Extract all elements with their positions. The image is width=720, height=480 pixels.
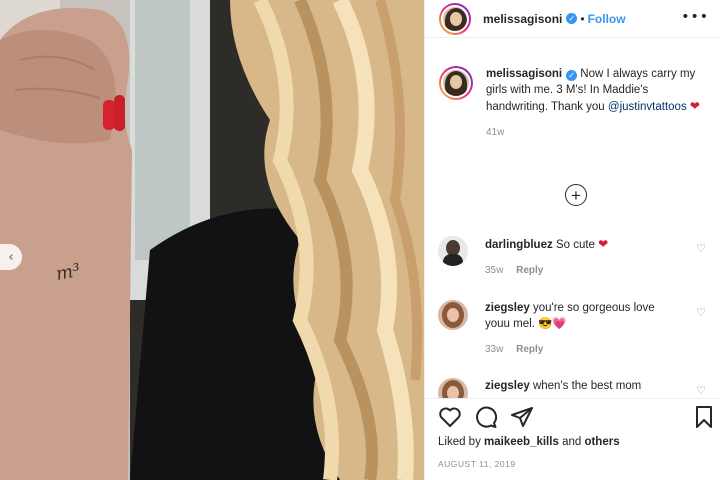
author-avatar[interactable] [439, 2, 471, 35]
comment-clip: ziegsley when's the best mom ♡ [424, 372, 720, 398]
caption-timestamp: 41w [486, 127, 505, 138]
comment-like-icon[interactable]: ♡ [696, 384, 706, 397]
comment-timestamp: 35w [485, 265, 504, 276]
comment-meta: 33w Reply [485, 342, 675, 358]
post-image [0, 0, 424, 480]
comment-username[interactable]: ziegsley [485, 380, 530, 392]
comment-item: darlingbluez So cute ❤ 35w Reply ♡ [438, 236, 708, 279]
liked-by-summary: Liked by maikeeb_kills and others [438, 436, 620, 448]
commenter-avatar[interactable] [438, 300, 468, 330]
verified-badge-icon: ✓ [566, 70, 578, 81]
reply-button[interactable]: Reply [516, 265, 543, 276]
commenter-avatar[interactable] [438, 378, 468, 398]
comment-meta: 35w Reply [485, 263, 675, 279]
load-more-comments-button[interactable]: + [565, 184, 587, 206]
share-icon[interactable] [510, 405, 534, 429]
comment-like-icon[interactable]: ♡ [696, 242, 706, 255]
caption-mention-link[interactable]: @justinvtattoos [608, 101, 687, 113]
comment-like-icon[interactable]: ♡ [696, 306, 706, 319]
reply-button[interactable]: Reply [516, 344, 543, 355]
plus-circle-icon: + [571, 185, 581, 205]
more-options-icon[interactable]: ••• [681, 9, 709, 25]
comment-item: ziegsley when's the best mom ♡ [438, 378, 708, 398]
comment-icon[interactable] [474, 405, 498, 429]
heart-icon[interactable] [438, 405, 462, 429]
caption-body: melissagisoni ✓ Now I always carry my gir… [486, 66, 709, 141]
caption-avatar[interactable] [439, 66, 473, 100]
post-date: AUGUST 11, 2019 [438, 459, 516, 469]
post-caption: melissagisoni ✓ Now I always carry my gir… [439, 66, 709, 141]
follow-button[interactable]: Follow [588, 12, 626, 26]
liked-by-prefix: Liked by [438, 436, 481, 448]
wrist-tattoo: m³ [54, 260, 82, 285]
heart-emoji: ❤ [689, 99, 700, 113]
comment-item: ziegsley you're so gorgeous love youu me… [438, 300, 708, 358]
caption-username[interactable]: melissagisoni [486, 68, 562, 80]
liked-by-conjunction: and [562, 436, 582, 448]
liked-by-others[interactable]: others [584, 436, 619, 448]
comment-text: So cute [555, 239, 595, 251]
comment-username[interactable]: ziegsley [485, 302, 530, 314]
commenter-avatar[interactable] [438, 236, 468, 266]
post-header: melissagisoni ✓ • Follow ••• [425, 0, 720, 38]
emoji: 😎💗 [538, 318, 567, 330]
post-photo[interactable]: m³ ‹ [0, 0, 424, 480]
bookmark-icon[interactable] [692, 405, 716, 429]
chevron-left-icon: ‹ [8, 249, 14, 265]
liked-by-user[interactable]: maikeeb_kills [484, 436, 559, 448]
author-username[interactable]: melissagisoni [483, 12, 562, 26]
comment-username[interactable]: darlingbluez [485, 239, 553, 251]
separator-dot: • [580, 11, 585, 26]
action-bar [424, 398, 720, 436]
comment-timestamp: 33w [485, 344, 504, 355]
comment-body: ziegsley when's the best mom [485, 378, 675, 398]
comment-text: when's the best mom [532, 380, 642, 392]
heart-emoji: ❤ [598, 237, 609, 251]
verified-badge-icon: ✓ [566, 13, 578, 24]
comment-body: darlingbluez So cute ❤ 35w Reply [485, 236, 675, 279]
comment-body: ziegsley you're so gorgeous love youu me… [485, 300, 675, 358]
